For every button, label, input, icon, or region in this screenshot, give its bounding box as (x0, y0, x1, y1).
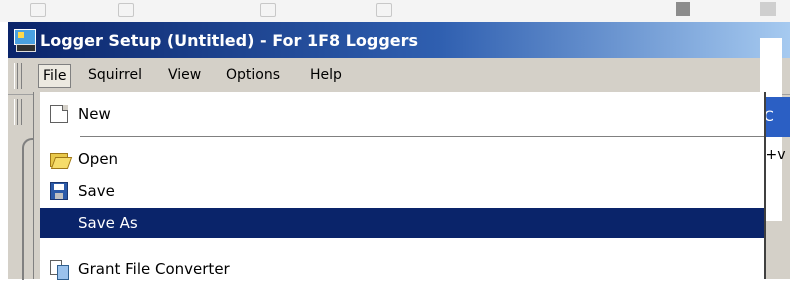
background-icon (376, 3, 392, 17)
title-bar[interactable]: Logger Setup (Untitled) - For 1F8 Logger… (8, 22, 790, 58)
file-menu-dropdown: New Open Save Save As Grant File Convert… (33, 92, 766, 280)
new-document-icon (50, 105, 68, 123)
toolbar-grip[interactable] (14, 99, 22, 125)
logger-app-icon[interactable] (14, 29, 36, 52)
menu-item-label: Grant File Converter (78, 260, 230, 278)
menu-file[interactable]: File (38, 64, 72, 88)
menu-item-label: Save As (78, 214, 138, 232)
background-strip (0, 0, 790, 22)
menubar-grip[interactable] (14, 63, 22, 89)
menu-item-new[interactable]: New (40, 99, 764, 129)
background-icon (260, 3, 276, 17)
menu-item-label: Save (78, 182, 115, 200)
menu-item-open[interactable]: Open (40, 144, 764, 174)
menu-view[interactable]: View (164, 64, 205, 86)
menu-help[interactable]: Help (306, 64, 346, 86)
menu-squirrel[interactable]: Squirrel (84, 64, 146, 86)
menu-separator (80, 136, 764, 138)
file-converter-icon (50, 260, 69, 280)
left-panel (8, 130, 44, 280)
menu-bar: File Squirrel View Options Help (8, 58, 790, 95)
window-title: Logger Setup (Untitled) - For 1F8 Logger… (40, 30, 419, 50)
menu-item-save-as[interactable]: Save As (40, 208, 764, 238)
floppy-disk-icon (50, 182, 68, 200)
background-icon (760, 2, 776, 16)
background-icon (676, 2, 690, 16)
menu-item-label: Open (78, 150, 119, 168)
menu-item-label: New (78, 105, 111, 123)
menu-item-save[interactable]: Save (40, 176, 764, 206)
background-icon (30, 3, 46, 17)
open-folder-icon (50, 150, 73, 169)
menu-item-grant-file-converter[interactable]: Grant File Converter (40, 254, 764, 284)
background-icon (118, 3, 134, 17)
menu-options[interactable]: Options (222, 64, 284, 86)
